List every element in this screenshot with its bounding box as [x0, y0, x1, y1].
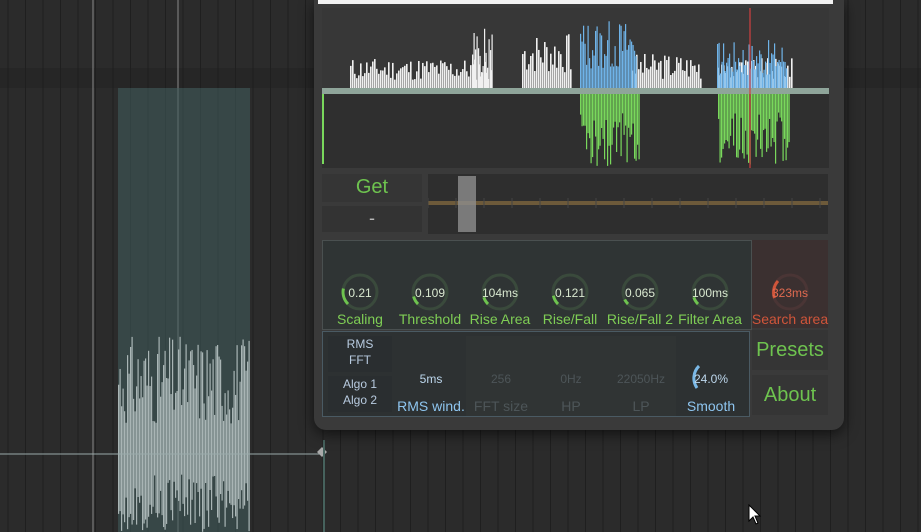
- knob-label: Scaling: [337, 311, 383, 327]
- algo-1-option[interactable]: Algo 1: [328, 376, 392, 392]
- knob-label: Rise Area: [469, 311, 531, 327]
- position-timeline[interactable]: [428, 174, 828, 234]
- rms-fft-toggle[interactable]: RMS FFT: [328, 336, 392, 372]
- search-area-knob[interactable]: 323ms Search area: [752, 250, 828, 330]
- knob-rise-fall-2[interactable]: 0.065 Rise/Fall 2: [607, 250, 673, 330]
- mouse-cursor-icon: [748, 504, 762, 525]
- knob-value: 0.121: [554, 286, 586, 300]
- knob-value: 0.21: [348, 286, 372, 300]
- knob-scaling[interactable]: 0.21 Scaling: [328, 250, 392, 330]
- timeline-scroll-handle: [458, 176, 476, 232]
- get-button[interactable]: Get: [322, 174, 422, 202]
- about-button[interactable]: About: [752, 375, 828, 415]
- search-area-value: 323ms: [771, 286, 809, 300]
- knob-value: 100ms: [691, 286, 729, 300]
- analysis-knob-value: 256: [490, 372, 512, 386]
- knob-label: Rise/Fall: [542, 311, 598, 327]
- analysis-knob-value: 22050Hz: [616, 372, 666, 386]
- knob-value: 0.065: [624, 286, 656, 300]
- knob-filter-area[interactable]: 100ms Filter Area: [678, 250, 742, 330]
- plugin-title-strip: [318, 0, 833, 4]
- status-label: -: [322, 206, 422, 232]
- presets-button[interactable]: Presets: [752, 330, 828, 370]
- analysis-knob-value: 24.0%: [693, 372, 729, 386]
- analysis-knob-smooth[interactable]: 24.0% Smooth: [676, 336, 746, 416]
- analysis-knob-value: 0Hz: [560, 372, 582, 386]
- knob-label: Threshold: [398, 311, 462, 327]
- analysis-knob-value: 5ms: [419, 372, 443, 386]
- knob-rise-area[interactable]: 104ms Rise Area: [468, 250, 532, 330]
- knob-label: Rise/Fall 2: [606, 311, 674, 327]
- fft-option[interactable]: FFT: [328, 352, 392, 368]
- knob-rise-fall[interactable]: 0.121 Rise/Fall: [538, 250, 602, 330]
- rms-option[interactable]: RMS: [328, 336, 392, 352]
- search-area-label: Search area: [751, 311, 829, 327]
- analysis-knob-label: Smooth: [686, 398, 736, 414]
- waveform-display[interactable]: [322, 8, 829, 168]
- knob-label: Filter Area: [678, 311, 742, 327]
- algo-toggle[interactable]: Algo 1 Algo 2: [328, 376, 392, 412]
- algo-2-option[interactable]: Algo 2: [328, 392, 392, 408]
- knob-threshold[interactable]: 0.109 Threshold: [398, 250, 462, 330]
- knob-value: 0.109: [414, 286, 446, 300]
- knob-value: 104ms: [481, 286, 519, 300]
